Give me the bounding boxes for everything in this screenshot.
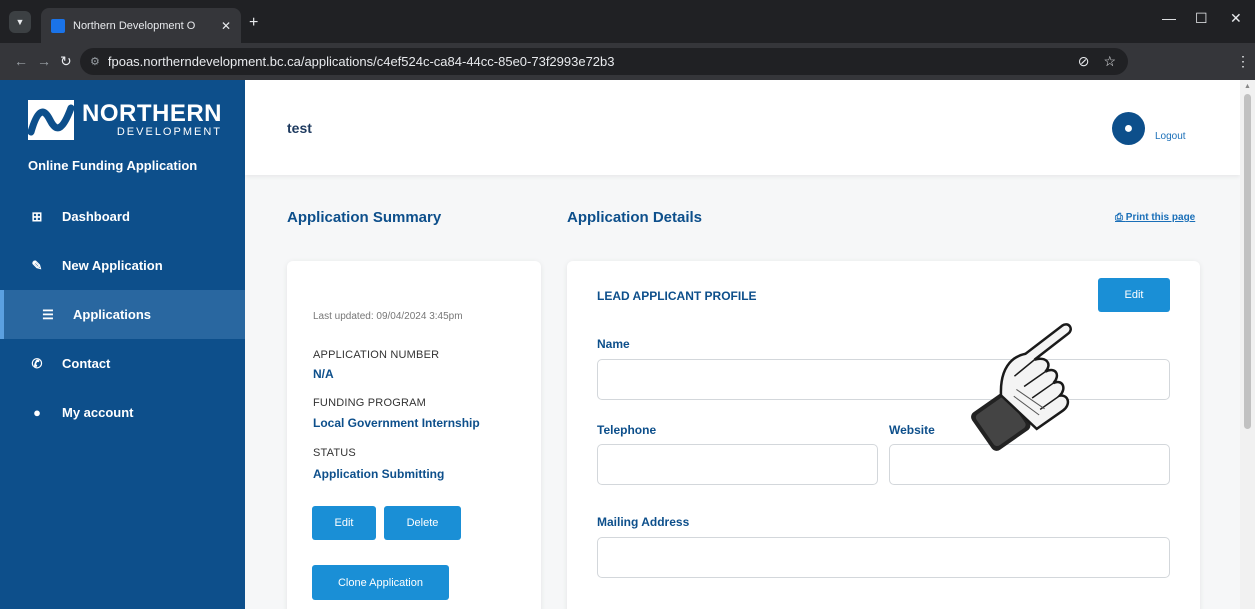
- status-label: STATUS: [313, 447, 356, 459]
- star-icon[interactable]: ☆: [1103, 53, 1116, 70]
- mailing-address-field[interactable]: [597, 537, 1170, 578]
- last-updated: Last updated: 09/04/2024 3:45pm: [313, 311, 463, 322]
- user-icon: ●: [33, 405, 41, 420]
- url-input[interactable]: ⚙ fpoas.northerndevelopment.bc.ca/applic…: [80, 48, 1128, 75]
- sidebar-item-label: Dashboard: [62, 209, 130, 224]
- site-info-icon[interactable]: ⚙: [90, 55, 100, 68]
- url-text: fpoas.northerndevelopment.bc.ca/applicat…: [107, 54, 615, 69]
- sidebar-item-label: My account: [62, 405, 134, 420]
- close-icon[interactable]: ✕: [221, 19, 231, 33]
- edit-application-button[interactable]: Edit: [312, 506, 376, 540]
- clone-application-button[interactable]: Clone Application: [312, 565, 449, 600]
- sidebar-item-dashboard[interactable]: ⊞ Dashboard: [0, 192, 245, 241]
- name-label: Name: [597, 337, 630, 351]
- page-title: test: [287, 120, 312, 136]
- summary-heading: Application Summary: [287, 209, 442, 226]
- application-number-label: APPLICATION NUMBER: [313, 349, 440, 361]
- sidebar: NORTHERN DEVELOPMENT Online Funding Appl…: [0, 80, 245, 609]
- reload-icon[interactable]: ↻: [60, 53, 72, 70]
- new-tab-icon[interactable]: +: [249, 14, 258, 32]
- details-heading: Application Details: [567, 209, 703, 226]
- sidebar-nav: ⊞ Dashboard ✎ New Application ☰ Applicat…: [0, 192, 245, 437]
- funding-program-label: FUNDING PROGRAM: [313, 397, 426, 409]
- edit-profile-button[interactable]: Edit: [1098, 278, 1170, 312]
- chevron-down-icon: ▼: [15, 17, 25, 27]
- scrollbar-thumb[interactable]: [1244, 94, 1251, 429]
- printer-icon: ⎙: [1115, 212, 1123, 223]
- close-window-icon[interactable]: ✕: [1230, 10, 1242, 27]
- print-page-label: Print this page: [1125, 212, 1196, 223]
- lead-applicant-profile-heading: LEAD APPLICANT PROFILE: [597, 289, 757, 303]
- status-value: Application Submitting: [313, 467, 445, 481]
- website-label: Website: [889, 423, 935, 437]
- main-content: test ● Logout Application Summary Applic…: [245, 80, 1240, 609]
- pointing-hand-icon: [971, 323, 1072, 451]
- mailing-address-label: Mailing Address: [597, 515, 690, 529]
- phone-icon: ✆: [31, 355, 43, 371]
- delete-application-button[interactable]: Delete: [384, 506, 461, 540]
- forward-icon[interactable]: →: [37, 53, 51, 69]
- sidebar-item-label: New Application: [62, 258, 163, 273]
- sidebar-item-label: Contact: [62, 356, 111, 371]
- telephone-label: Telephone: [597, 423, 657, 437]
- sidebar-item-contact[interactable]: ✆ Contact: [0, 339, 245, 388]
- grid-icon: ⊞: [31, 208, 43, 224]
- summary-card: Last updated: 09/04/2024 3:45pm APPLICAT…: [287, 261, 541, 609]
- menu-icon[interactable]: ⋮: [1236, 53, 1250, 70]
- logo-text-development: DEVELOPMENT: [116, 125, 222, 138]
- browser-tab-bar: ▼ Northern Development O ✕ + — ☐ ✕: [0, 0, 1255, 43]
- maximize-icon[interactable]: ☐: [1195, 10, 1208, 27]
- back-icon[interactable]: ←: [14, 53, 28, 69]
- favicon-icon: [51, 18, 65, 33]
- funding-program-value: Local Government Internship: [313, 416, 480, 430]
- sidebar-item-new-application[interactable]: ✎ New Application: [0, 241, 245, 290]
- sidebar-item-applications[interactable]: ☰ Applications: [0, 290, 245, 339]
- tab-title: Northern Development O: [73, 19, 196, 32]
- logo[interactable]: NORTHERN DEVELOPMENT: [28, 100, 222, 140]
- list-icon: ☰: [42, 306, 54, 322]
- logout-link[interactable]: Logout: [1155, 131, 1186, 142]
- tab-search-button[interactable]: ▼: [9, 11, 31, 33]
- avatar[interactable]: ●: [1112, 112, 1145, 145]
- logo-mark-icon: [28, 100, 74, 140]
- minimize-icon[interactable]: —: [1162, 10, 1176, 26]
- sidebar-item-my-account[interactable]: ● My account: [0, 388, 245, 437]
- application-number-value: N/A: [313, 367, 334, 381]
- browser-tab[interactable]: Northern Development O ✕: [41, 8, 241, 43]
- print-page-link[interactable]: ⎙ Print this page: [1115, 212, 1195, 223]
- scroll-up-icon[interactable]: ▲: [1244, 83, 1251, 90]
- eye-off-icon[interactable]: ⊘: [1078, 53, 1090, 70]
- page: NORTHERN DEVELOPMENT Online Funding Appl…: [0, 80, 1255, 609]
- user-icon: ●: [1123, 119, 1134, 137]
- telephone-field[interactable]: [597, 444, 878, 485]
- sidebar-item-label: Applications: [73, 307, 152, 322]
- logo-text-northern: NORTHERN: [82, 99, 222, 127]
- details-card: LEAD APPLICANT PROFILE Edit Name Telepho…: [567, 261, 1200, 609]
- browser-address-bar: ← → ↻ ⚙ fpoas.northerndevelopment.bc.ca/…: [0, 43, 1255, 80]
- page-header: test ● Logout: [245, 80, 1240, 175]
- page-scrollbar[interactable]: ▲: [1240, 80, 1255, 609]
- pencil-icon: ✎: [31, 257, 43, 273]
- app-name: Online Funding Application: [28, 158, 198, 173]
